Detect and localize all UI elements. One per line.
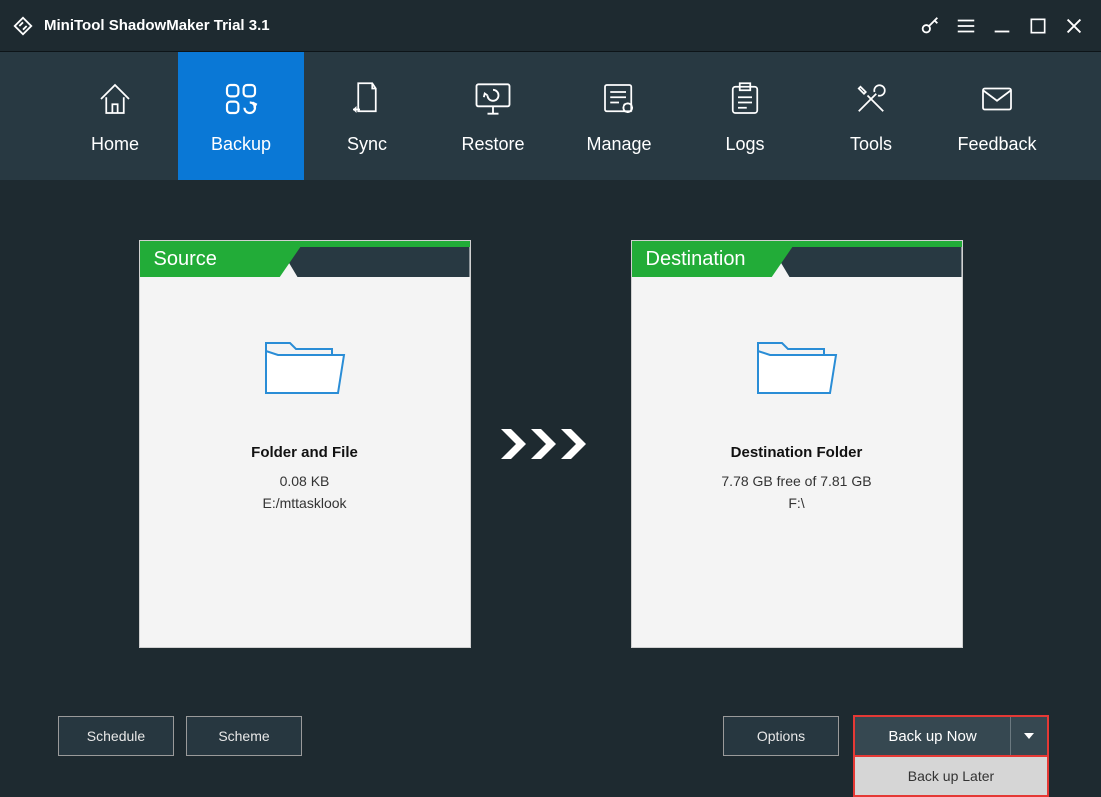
bottom-bar: Schedule Scheme Options Back up Now Back… (58, 715, 1049, 757)
nav-manage[interactable]: Manage (556, 52, 682, 180)
nav-feedback[interactable]: Feedback (934, 52, 1060, 180)
nav-sync[interactable]: Sync (304, 52, 430, 180)
nav-tools[interactable]: Tools (808, 52, 934, 180)
nav-label: Home (91, 134, 139, 155)
destination-header: Destination (632, 241, 797, 277)
home-icon (94, 78, 136, 120)
source-header: Source (140, 241, 305, 277)
title-bar: MiniTool ShadowMaker Trial 3.1 (0, 0, 1101, 52)
backup-later-button[interactable]: Back up Later (853, 757, 1049, 797)
nav-label: Manage (586, 134, 651, 155)
restore-icon (471, 78, 515, 120)
dropdown-caret-icon[interactable] (1011, 717, 1047, 755)
nav-logs[interactable]: Logs (682, 52, 808, 180)
source-size: 0.08 KB (280, 473, 330, 489)
close-icon[interactable] (1059, 11, 1089, 41)
scheme-button[interactable]: Scheme (186, 716, 302, 756)
nav-label: Logs (725, 134, 764, 155)
sync-icon (346, 78, 388, 120)
maximize-icon[interactable] (1023, 11, 1053, 41)
destination-path: F:\ (788, 495, 804, 511)
minimize-icon[interactable] (987, 11, 1017, 41)
source-title: Folder and File (251, 444, 358, 461)
app-logo-icon (12, 15, 34, 37)
destination-freespace: 7.78 GB free of 7.81 GB (721, 473, 871, 489)
source-path: E:/mttasklook (262, 495, 346, 511)
options-button[interactable]: Options (723, 716, 839, 756)
folder-icon (752, 333, 842, 408)
source-card[interactable]: Source Folder and File 0.08 KB E:/mttask… (139, 240, 471, 648)
nav-label: Sync (347, 134, 387, 155)
folder-icon (260, 333, 350, 408)
logs-icon (724, 78, 766, 120)
schedule-button[interactable]: Schedule (58, 716, 174, 756)
backup-dropdown: Back up Now Back up Later (853, 715, 1049, 757)
nav-label: Backup (211, 134, 271, 155)
nav-backup[interactable]: Backup (178, 52, 304, 180)
menu-icon[interactable] (951, 11, 981, 41)
key-icon[interactable] (915, 11, 945, 41)
nav-label: Feedback (957, 134, 1036, 155)
main-area: Source Folder and File 0.08 KB E:/mttask… (0, 180, 1101, 795)
app-title: MiniTool ShadowMaker Trial 3.1 (44, 17, 270, 34)
arrows-icon (471, 424, 631, 464)
nav-label: Restore (461, 134, 524, 155)
feedback-icon (976, 78, 1018, 120)
nav-restore[interactable]: Restore (430, 52, 556, 180)
tools-icon (850, 78, 892, 120)
nav-home[interactable]: Home (52, 52, 178, 180)
backup-icon (220, 78, 262, 120)
destination-card[interactable]: Destination Destination Folder 7.78 GB f… (631, 240, 963, 648)
main-nav: Home Backup Sync Restore Manage (0, 52, 1101, 180)
manage-icon (598, 78, 640, 120)
nav-label: Tools (850, 134, 892, 155)
destination-title: Destination Folder (731, 444, 863, 461)
backup-now-button[interactable]: Back up Now (855, 717, 1011, 755)
